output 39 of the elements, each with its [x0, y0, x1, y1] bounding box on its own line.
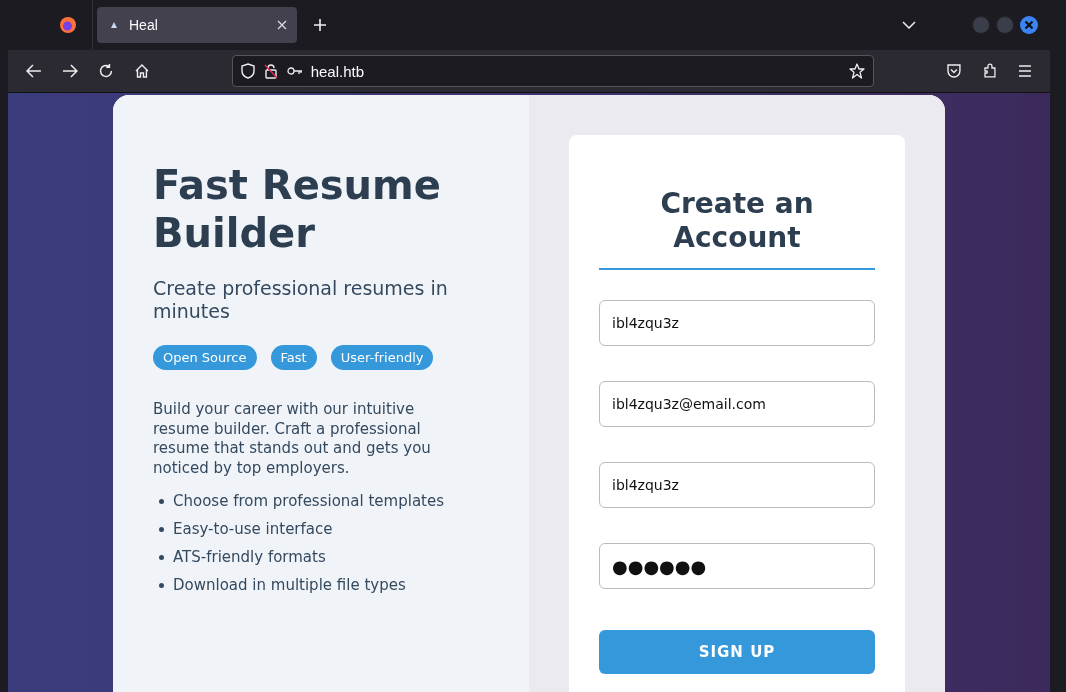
- bullet-icon: [159, 554, 164, 560]
- bookmark-star-icon[interactable]: [849, 63, 866, 79]
- text-field[interactable]: ibl4zqu3z: [599, 462, 875, 508]
- feature-tag: Open Source: [153, 345, 257, 370]
- key-icon: [286, 66, 303, 76]
- close-tab-icon[interactable]: [277, 20, 287, 30]
- address-bar[interactable]: heal.htb: [231, 55, 875, 87]
- browser-tab[interactable]: Heal: [97, 7, 297, 43]
- form-title: Create an Account: [659, 187, 815, 255]
- pocket-icon[interactable]: [946, 63, 963, 79]
- hero-title: Fast Resume Builder: [153, 161, 442, 257]
- forward-icon[interactable]: [61, 64, 78, 78]
- shield-icon: [240, 63, 255, 79]
- chevron-down-icon[interactable]: [902, 21, 916, 29]
- password-field[interactable]: ●●●●●●: [599, 543, 875, 589]
- feature-item: Choose from professional templates: [173, 492, 444, 510]
- browser-logo-icon[interactable]: [59, 16, 77, 34]
- feature-tag: User-friendly: [330, 345, 434, 370]
- feature-item: Easy-to-use interface: [173, 520, 333, 538]
- hero-subtitle: Create professional resumes in minutes: [153, 277, 449, 323]
- email-field[interactable]: ibl4zqu3z@email.com: [599, 381, 875, 427]
- home-icon[interactable]: [133, 63, 150, 79]
- close-window-icon[interactable]: [1020, 16, 1038, 34]
- feature-item: Download in multiple file types: [173, 576, 406, 594]
- bullet-icon: [159, 526, 164, 532]
- site-favicon-icon: [109, 20, 119, 30]
- new-tab-icon[interactable]: [313, 18, 327, 32]
- reload-icon[interactable]: [97, 63, 114, 79]
- url-text: heal.htb: [310, 62, 364, 80]
- hero-description: Build your career with our intuitive resume builder. Craft a professional resume that stands out and gets you noticed by top employers.: [153, 400, 432, 478]
- feature-tag: Fast: [270, 345, 317, 370]
- insecure-lock-icon: [262, 63, 279, 79]
- feature-item: ATS-friendly formats: [173, 548, 326, 566]
- menu-icon[interactable]: [1018, 65, 1032, 77]
- extensions-icon[interactable]: [982, 63, 999, 79]
- back-icon[interactable]: [26, 64, 42, 78]
- bullet-icon: [159, 498, 164, 504]
- text-field[interactable]: ibl4zqu3z: [599, 300, 875, 346]
- bullet-icon: [159, 582, 164, 588]
